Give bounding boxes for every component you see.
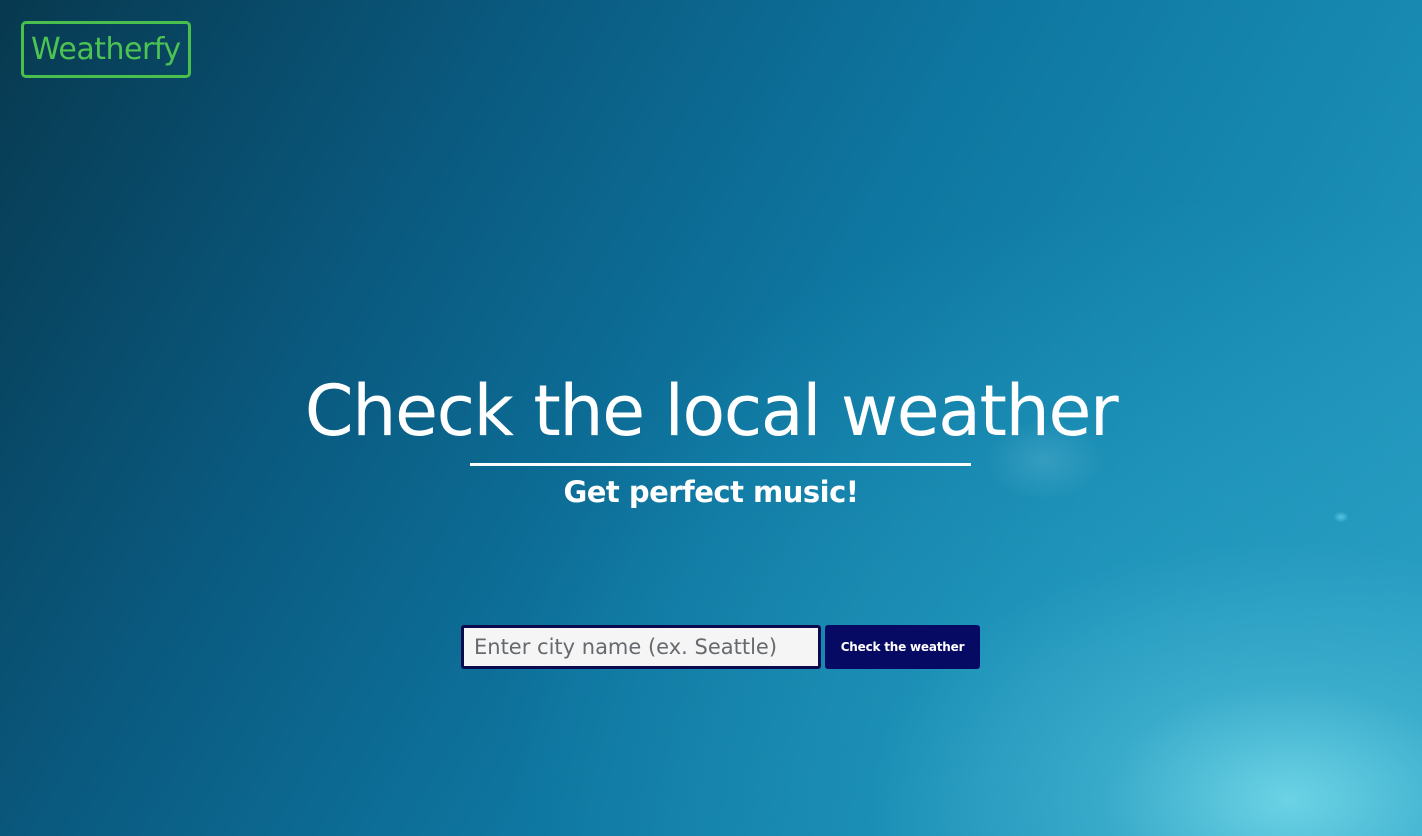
city-search-form: Check the weather [461, 625, 980, 669]
logo-text: Weatherfy [31, 32, 181, 67]
logo[interactable]: Weatherfy [21, 21, 191, 78]
page-subtitle: Get perfect music! [563, 475, 859, 509]
check-weather-button[interactable]: Check the weather [825, 625, 980, 669]
background-sparkle [1334, 512, 1348, 522]
page-title: Check the local weather [304, 370, 1119, 452]
city-input[interactable] [461, 625, 821, 669]
title-divider [470, 463, 971, 466]
